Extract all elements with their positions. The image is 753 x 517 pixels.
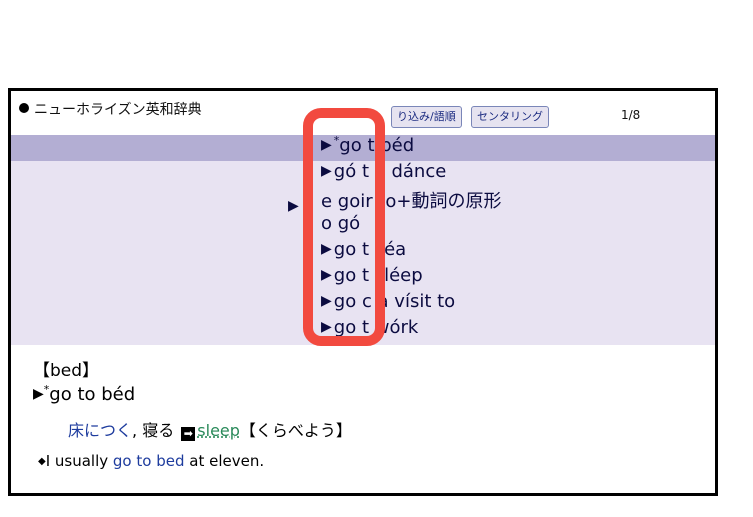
sleep-link[interactable]: sleep — [197, 421, 240, 440]
bullet-icon — [19, 103, 29, 113]
example-sentence: ◆I usually go to bed at eleven. — [38, 452, 265, 470]
entry-phrase: ▶*go to béd — [33, 383, 136, 405]
entry-headword: 【bed】 — [33, 361, 100, 381]
page-count: 1/8 — [621, 108, 641, 122]
diamond-bullet-icon: ◆ — [38, 456, 46, 467]
entry-definition: 床につく, 寝る ➡ sleep【くらべよう】 — [68, 421, 352, 441]
arrow-right-icon: ➡ — [181, 427, 196, 441]
triangle-icon: ▶ — [33, 386, 44, 402]
dictionary-title: ニューホライズン英和辞典 — [34, 102, 202, 118]
centering-tab[interactable]: センタリング — [471, 106, 549, 128]
sort-order-tab[interactable]: り込み/語順 — [391, 106, 462, 128]
row-pointer-icon: ▶ — [288, 198, 299, 214]
highlight-callout-box — [303, 108, 385, 346]
